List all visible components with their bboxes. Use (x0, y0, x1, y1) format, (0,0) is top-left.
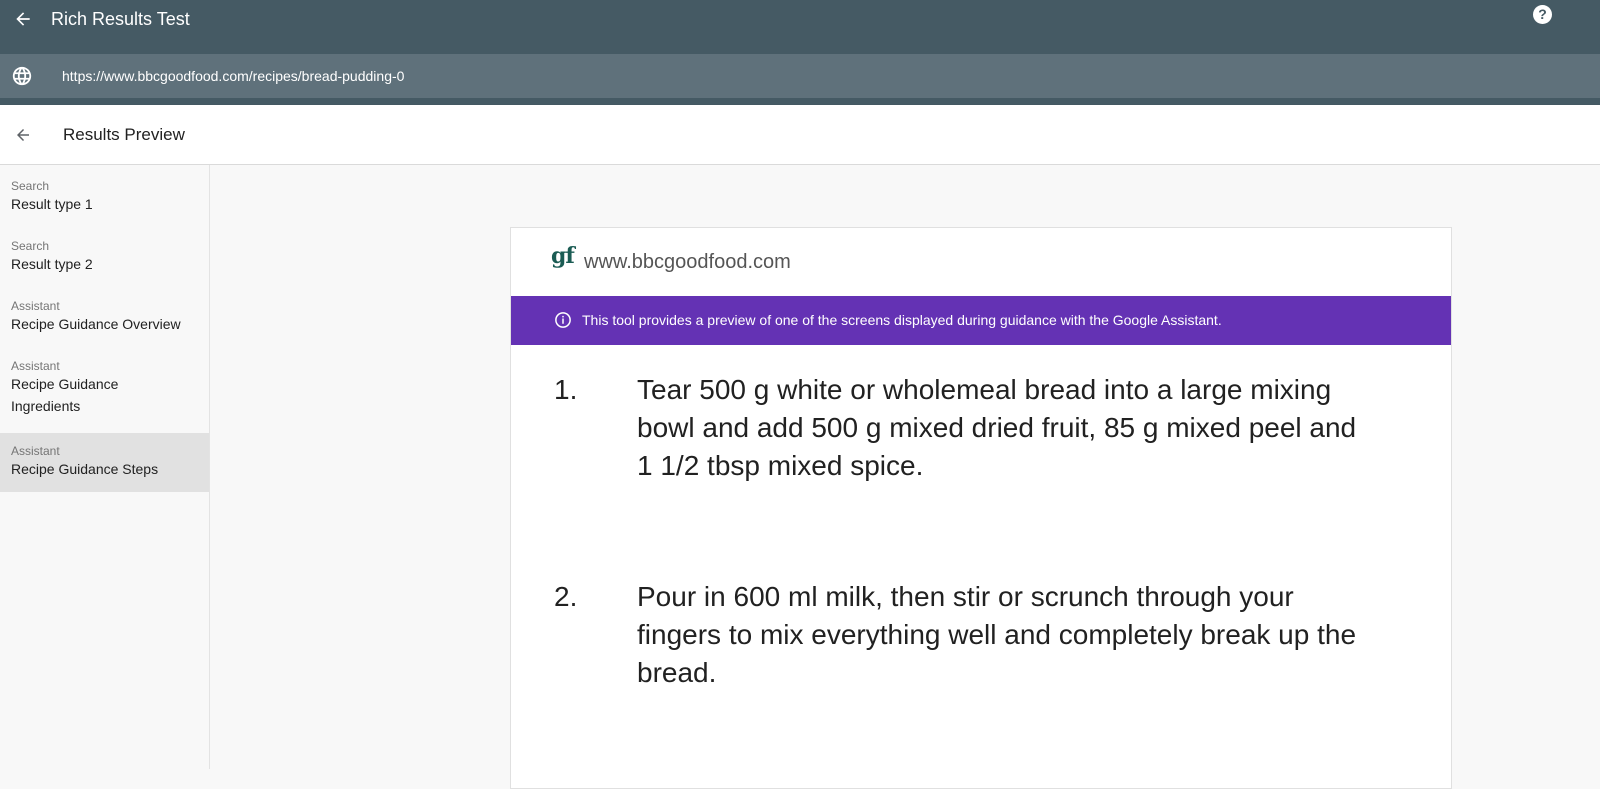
sidebar-item-category: Search (11, 239, 50, 253)
assistant-preview-card: gf www.bbcgoodfood.com This tool provide… (510, 227, 1452, 789)
sidebar-item-recipe-guidance-ingredients[interactable]: Assistant Recipe Guidance Ingredients (0, 359, 209, 425)
results-preview-header: Results Preview (0, 105, 1600, 165)
sidebar-item-recipe-guidance-steps[interactable]: Assistant Recipe Guidance Steps (0, 433, 209, 492)
back-arrow-icon[interactable] (11, 123, 35, 147)
step-number: 2. (554, 581, 578, 612)
info-banner-text: This tool provides a preview of one of t… (582, 312, 1222, 328)
url-text[interactable]: https://www.bbcgoodfood.com/recipes/brea… (62, 67, 404, 85)
info-banner: This tool provides a preview of one of t… (511, 296, 1451, 345)
url-bar: https://www.bbcgoodfood.com/recipes/brea… (0, 54, 1600, 98)
step-text: Pour in 600 ml milk, then stir or scrunc… (637, 581, 1357, 688)
info-icon (554, 311, 572, 329)
step-text: Tear 500 g white or wholemeal bread into… (637, 374, 1357, 481)
sidebar-item-result-type-1[interactable]: Search Result type 1 (0, 179, 209, 231)
step-number: 1. (554, 374, 578, 405)
sidebar-item-category: Assistant (11, 444, 60, 458)
page-title: Results Preview (63, 125, 185, 144)
sidebar-item-label: Recipe Guidance Ingredients (11, 376, 119, 414)
site-header: gf www.bbcgoodfood.com (511, 228, 1451, 296)
globe-icon (11, 65, 33, 87)
header-divider (0, 98, 1600, 105)
site-logo: gf (551, 243, 575, 269)
sidebar-item-label: Result type 2 (11, 256, 93, 272)
sidebar-item-recipe-guidance-overview[interactable]: Assistant Recipe Guidance Overview (0, 299, 209, 351)
back-arrow-icon[interactable] (11, 7, 35, 31)
app-title: Rich Results Test (51, 9, 190, 29)
site-domain: www.bbcgoodfood.com (584, 251, 791, 273)
sidebar-item-label: Result type 1 (11, 196, 93, 212)
app-header: Rich Results Test ? (0, 0, 1600, 54)
help-icon[interactable]: ? (1533, 5, 1552, 24)
sidebar-item-category: Assistant (11, 359, 60, 373)
sidebar-item-category: Assistant (11, 299, 60, 313)
sidebar-item-result-type-2[interactable]: Search Result type 2 (0, 239, 209, 291)
result-type-sidebar: Search Result type 1 Search Result type … (0, 165, 210, 769)
sidebar-item-category: Search (11, 179, 50, 193)
sidebar-item-label: Recipe Guidance Steps (11, 461, 159, 477)
sidebar-item-label: Recipe Guidance Overview (11, 316, 181, 332)
